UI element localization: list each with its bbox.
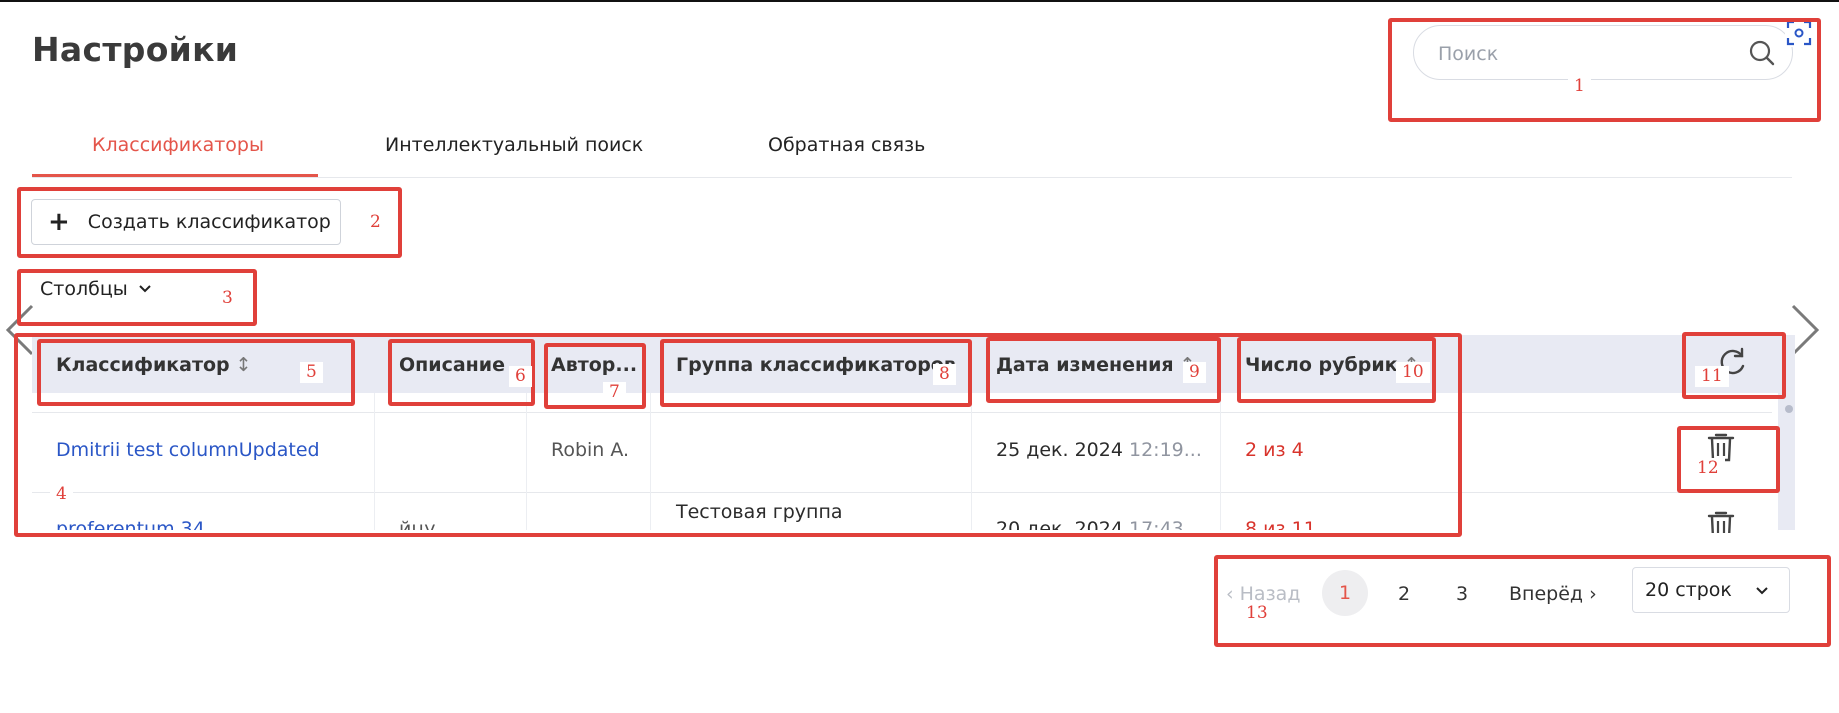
annotation-number: 3	[216, 288, 239, 309]
annotation-number: 4	[50, 484, 73, 505]
annotation-number: 11	[1695, 366, 1729, 387]
trash-icon[interactable]	[1707, 509, 1735, 533]
annotation-number: 7	[603, 382, 626, 403]
annotation-number: 13	[1240, 603, 1274, 624]
page-title: Настройки	[32, 30, 239, 69]
annotation-box-8	[660, 339, 972, 407]
annotation-box-2	[17, 187, 402, 258]
tab-intelligent-search[interactable]: Интеллектуальный поиск	[385, 134, 643, 156]
annotation-number: 5	[300, 362, 323, 383]
annotation-box-7	[544, 343, 646, 409]
tab-classifiers[interactable]: Классификаторы	[92, 134, 264, 156]
annotation-number: 6	[509, 366, 532, 387]
tab-feedback[interactable]: Обратная связь	[768, 134, 925, 156]
annotation-number: 9	[1183, 362, 1206, 383]
table-scrollbar[interactable]	[1778, 393, 1795, 530]
tabs-divider	[32, 177, 1792, 178]
annotation-box-13	[1214, 555, 1831, 647]
annotation-box-1	[1388, 18, 1821, 122]
top-border	[0, 0, 1839, 2]
annotation-number: 12	[1691, 458, 1725, 479]
annotation-number: 1	[1568, 76, 1591, 97]
annotation-number: 2	[364, 212, 387, 233]
annotation-number: 10	[1396, 362, 1430, 383]
scrollbar-thumb[interactable]	[1785, 405, 1793, 413]
annotation-number: 8	[933, 364, 956, 385]
